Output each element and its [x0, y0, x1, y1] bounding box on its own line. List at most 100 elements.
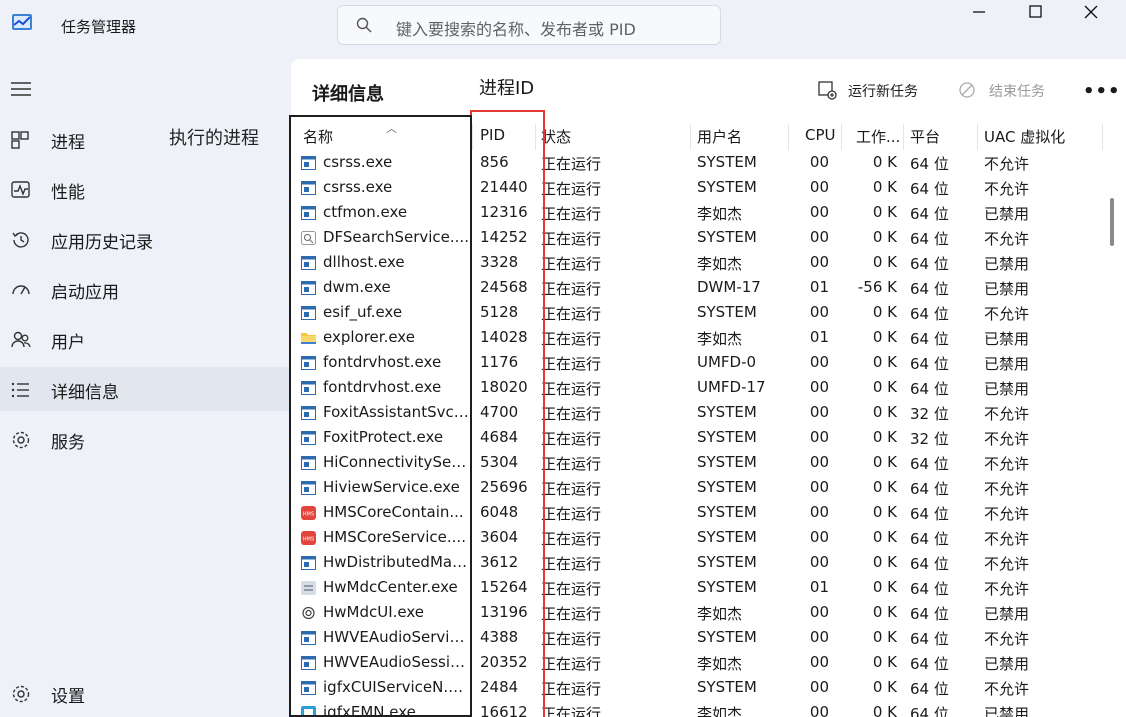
cell-status: 正在运行 [541, 305, 602, 323]
cell-cpu: 00 [809, 703, 829, 717]
cell-status: 正在运行 [541, 205, 602, 223]
cell-user: SYSTEM [697, 228, 757, 246]
cell-uac: 已禁用 [984, 605, 1030, 623]
cell-cpu: 00 [809, 353, 829, 371]
services-icon [12, 431, 30, 449]
column-header-user[interactable]: 用户名 [697, 126, 742, 152]
cell-status: 正在运行 [541, 405, 602, 423]
processes-icon [11, 131, 29, 149]
cell-cpu: 00 [809, 453, 829, 471]
cell-mem: 0 K [872, 578, 897, 596]
column-header-working-set[interactable]: 工作... [856, 126, 900, 152]
cell-cpu: 00 [809, 178, 829, 196]
close-button[interactable] [1063, 0, 1119, 26]
column-separator[interactable] [1102, 124, 1103, 150]
page-title: 详细信息 [312, 84, 384, 105]
startup-icon [12, 285, 30, 295]
cell-status: 正在运行 [541, 355, 602, 373]
cell-uac: 已禁用 [984, 655, 1030, 673]
cell-mem: 0 K [872, 153, 897, 171]
end-task-button[interactable]: 结束任务 [958, 79, 1058, 103]
sidebar-item-settings[interactable]: 设置 [0, 671, 290, 715]
name-highlight-box [289, 115, 472, 717]
cell-mem: 0 K [872, 453, 897, 471]
cell-status: 正在运行 [541, 505, 602, 523]
annotation-process: 执行的进程 [169, 128, 259, 149]
sidebar-item-services[interactable]: 服务 [0, 417, 290, 461]
run-new-task-label: 运行新任务 [848, 84, 918, 100]
cell-uac: 不允许 [984, 430, 1030, 448]
performance-icon [11, 181, 30, 198]
cell-user: SYSTEM [697, 678, 757, 696]
menu-icon[interactable] [11, 82, 31, 96]
cell-user: SYSTEM [697, 403, 757, 421]
cell-mem: 0 K [872, 678, 897, 696]
app-title: 任务管理器 [61, 18, 137, 36]
cell-cpu: 00 [809, 228, 829, 246]
sidebar-item-users[interactable]: 用户 [0, 317, 290, 361]
cell-cpu: 00 [809, 628, 829, 646]
cell-cpu: 00 [809, 678, 829, 696]
column-header-uac[interactable]: UAC 虚拟化 [984, 126, 1065, 152]
sidebar-item-app-history[interactable]: 应用历史记录 [0, 217, 290, 261]
cell-uac: 不允许 [984, 305, 1030, 323]
cell-plat: 64 位 [910, 605, 949, 623]
cell-plat: 64 位 [910, 680, 949, 698]
cell-uac: 已禁用 [984, 380, 1030, 398]
cell-status: 正在运行 [541, 380, 602, 398]
cell-mem: 0 K [872, 303, 897, 321]
column-header-platform[interactable]: 平台 [910, 126, 940, 152]
minimize-button[interactable] [951, 0, 1007, 26]
cell-plat: 64 位 [910, 305, 949, 323]
column-header-status[interactable]: 状态 [541, 126, 571, 152]
cell-user: SYSTEM [697, 478, 757, 496]
cell-cpu: 00 [809, 428, 829, 446]
column-separator[interactable] [788, 124, 789, 150]
cell-user: SYSTEM [697, 503, 757, 521]
cell-status: 正在运行 [541, 430, 602, 448]
cell-user: 李如杰 [697, 330, 743, 348]
cell-mem: 0 K [872, 253, 897, 271]
column-separator[interactable] [977, 124, 978, 150]
run-task-icon [818, 81, 837, 100]
cell-status: 正在运行 [541, 455, 602, 473]
cell-mem: 0 K [872, 603, 897, 621]
cell-user: UMFD-0 [697, 353, 757, 371]
cell-uac: 已禁用 [984, 205, 1030, 223]
cell-uac: 已禁用 [984, 705, 1030, 717]
maximize-button[interactable] [1007, 0, 1063, 26]
cell-plat: 64 位 [910, 180, 949, 198]
column-separator[interactable] [690, 124, 691, 150]
run-new-task-button[interactable]: 运行新任务 [817, 79, 927, 103]
sidebar-item-performance[interactable]: 性能 [0, 167, 290, 211]
cell-status: 正在运行 [541, 555, 602, 573]
cell-user: 李如杰 [697, 205, 743, 223]
cell-plat: 32 位 [910, 405, 949, 423]
cell-uac: 已禁用 [984, 330, 1030, 348]
search-box[interactable]: 键入要搜索的名称、发布者或 PID [337, 5, 721, 45]
cell-status: 正在运行 [541, 230, 602, 248]
column-header-cpu[interactable]: CPU [805, 126, 836, 152]
cell-plat: 64 位 [910, 255, 949, 273]
sidebar-item-startup-apps[interactable]: 启动应用 [0, 267, 290, 311]
column-separator[interactable] [903, 124, 904, 150]
cell-plat: 64 位 [910, 480, 949, 498]
cell-cpu: 00 [809, 653, 829, 671]
cell-mem: -56 K [857, 278, 897, 296]
cell-cpu: 00 [809, 553, 829, 571]
vertical-scrollbar[interactable] [1110, 198, 1114, 246]
cell-uac: 已禁用 [984, 280, 1030, 298]
cell-user: SYSTEM [697, 178, 757, 196]
sidebar-item-details[interactable]: 详细信息 [0, 367, 290, 411]
cell-uac: 不允许 [984, 155, 1030, 173]
title-bar: 任务管理器 键入要搜索的名称、发布者或 PID [0, 0, 1126, 52]
more-options-button[interactable]: ••• [1083, 81, 1121, 102]
sidebar-item-label: 服务 [51, 433, 85, 453]
cell-cpu: 00 [809, 253, 829, 271]
sidebar-item-label: 设置 [51, 687, 85, 707]
cell-mem: 0 K [872, 528, 897, 546]
column-separator[interactable] [841, 124, 842, 150]
cell-cpu: 00 [809, 153, 829, 171]
cell-plat: 64 位 [910, 530, 949, 548]
cell-user: DWM-17 [697, 278, 761, 296]
